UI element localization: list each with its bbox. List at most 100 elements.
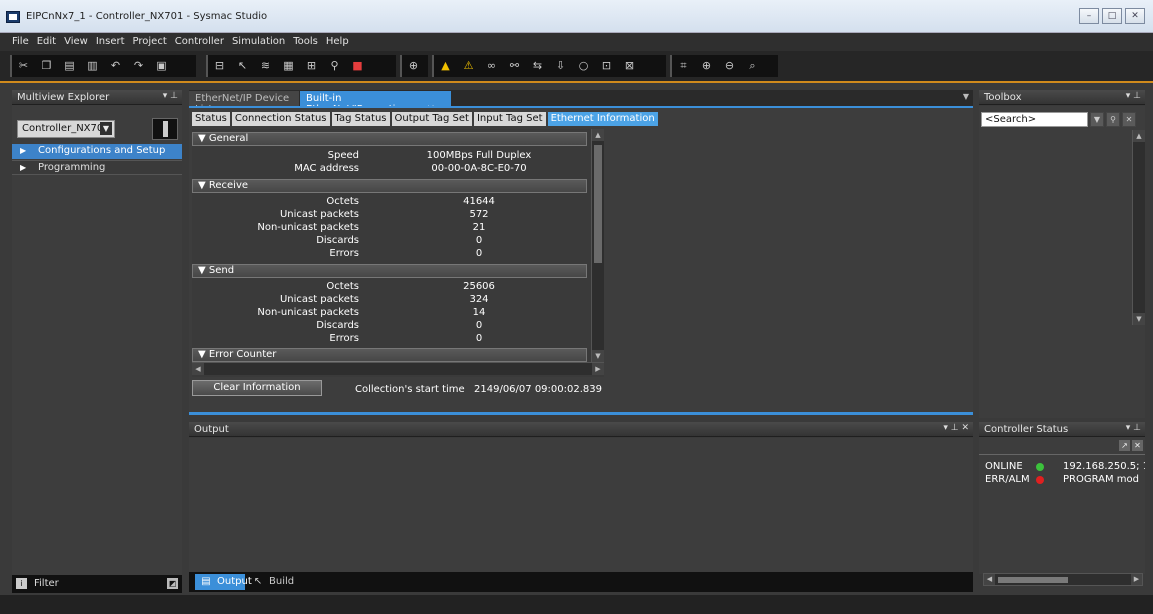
scroll-down-icon[interactable]: ▼ bbox=[1133, 313, 1145, 325]
filter-icon: i bbox=[16, 578, 27, 589]
scroll-right-icon[interactable]: ▶ bbox=[592, 363, 604, 375]
grid-horizontal-scrollbar[interactable]: ◀ ▶ bbox=[192, 362, 604, 375]
redo-icon[interactable]: ↷ bbox=[130, 57, 147, 75]
app-icon bbox=[6, 11, 20, 23]
scroll-down-icon[interactable]: ▼ bbox=[592, 350, 604, 362]
zoom-reset-icon[interactable]: ⌕ bbox=[744, 57, 761, 75]
tab-label: Build bbox=[269, 576, 295, 587]
minimize-button[interactable]: – bbox=[1079, 8, 1099, 24]
pointer-icon[interactable]: ↖ bbox=[234, 57, 251, 75]
transfer-icon[interactable]: ⇆ bbox=[529, 57, 546, 75]
undo-icon[interactable]: ↶ bbox=[107, 57, 124, 75]
tab-builtin-ethernet-ip[interactable]: Built-in EtherNet/IP...nection... ✕ bbox=[300, 91, 451, 115]
expand-arrow-icon[interactable]: ▶ bbox=[20, 163, 26, 172]
tab-overflow-icon[interactable]: ▼ bbox=[963, 92, 969, 101]
close-button[interactable]: ✕ bbox=[1125, 8, 1145, 24]
save-icon[interactable]: ▣ bbox=[153, 57, 170, 75]
section-send[interactable]: ▼ Send bbox=[192, 264, 587, 278]
search-icon[interactable]: ⚲ bbox=[1106, 112, 1120, 127]
tree-item-configurations[interactable]: ▶ Configurations and Setup bbox=[12, 144, 182, 159]
tab-ethernet-ip-device-list[interactable]: EtherNet/IP Device List bbox=[189, 91, 299, 115]
row-label-rx-discards: Discards bbox=[316, 235, 359, 246]
toolbar-group-zoom: ⌗ ⊕ ⊖ ⌕ bbox=[670, 55, 778, 77]
paste-icon[interactable]: ▤ bbox=[61, 57, 78, 75]
delete-icon[interactable]: ▥ bbox=[84, 57, 101, 75]
link-icon[interactable]: ∞ bbox=[483, 57, 500, 75]
clear-information-button[interactable]: Clear Information bbox=[192, 380, 322, 396]
collection-start-label: Collection's start time bbox=[355, 384, 465, 395]
pin-icon[interactable]: ▾ ⊥ bbox=[1126, 91, 1141, 101]
monitor-icon[interactable]: ▦ bbox=[280, 57, 297, 75]
expand-arrow-icon[interactable]: ▶ bbox=[20, 146, 26, 155]
pin-icon[interactable]: ▾ ⊥ bbox=[163, 91, 178, 101]
controller-status-scrollbar[interactable]: ◀ ▶ bbox=[983, 573, 1143, 586]
online-mode-icon[interactable]: ⊕ bbox=[405, 57, 422, 75]
scroll-thumb[interactable] bbox=[594, 145, 602, 263]
close-icon[interactable]: ✕ bbox=[1132, 440, 1143, 451]
row-label-tx-unicast: Unicast packets bbox=[279, 294, 359, 305]
filter-toggle-icon[interactable]: ◩ bbox=[167, 578, 178, 589]
copy-icon[interactable]: ❐ bbox=[38, 57, 55, 75]
chevron-down-icon[interactable]: ▼ bbox=[1090, 112, 1104, 127]
tab-build[interactable]: ↖ Build bbox=[247, 574, 295, 590]
tree-item-programming[interactable]: ▶ Programming bbox=[12, 160, 182, 175]
new-window-icon[interactable]: ⊟ bbox=[211, 57, 228, 75]
find-icon[interactable]: ⚲ bbox=[326, 57, 343, 75]
online-status-icon bbox=[1036, 463, 1044, 471]
toolbox-scrollbar[interactable]: ▲ ▼ bbox=[1132, 130, 1145, 325]
section-error-counter[interactable]: ▼ Error Counter bbox=[192, 348, 587, 362]
online-label: ONLINE bbox=[985, 461, 1023, 472]
scroll-up-icon[interactable]: ▲ bbox=[1133, 130, 1145, 142]
menu-insert[interactable]: Insert bbox=[92, 33, 129, 51]
menu-file[interactable]: File bbox=[8, 33, 33, 51]
menu-simulation[interactable]: Simulation bbox=[228, 33, 289, 51]
scroll-left-icon[interactable]: ◀ bbox=[984, 574, 995, 585]
alarm-icon[interactable]: ⚠ bbox=[460, 57, 477, 75]
zoom-in-icon[interactable]: ⊕ bbox=[698, 57, 715, 75]
section-general[interactable]: ▼ General bbox=[192, 132, 587, 146]
pin-close-icon[interactable]: ▾ ⊥ ✕ bbox=[943, 423, 969, 433]
subtab-tag-status[interactable]: Tag Status bbox=[331, 112, 390, 126]
scroll-right-icon[interactable]: ▶ bbox=[1131, 574, 1142, 585]
scroll-up-icon[interactable]: ▲ bbox=[592, 129, 604, 141]
row-label-tx-discards: Discards bbox=[316, 320, 359, 331]
menu-edit[interactable]: Edit bbox=[33, 33, 60, 51]
popout-icon[interactable]: ↗ bbox=[1119, 440, 1130, 451]
download-icon[interactable]: ⇩ bbox=[552, 57, 569, 75]
reset-icon[interactable]: ○ bbox=[575, 57, 592, 75]
grid-vertical-scrollbar[interactable]: ▲ ▼ bbox=[591, 129, 604, 362]
toolbox-search-input[interactable]: <Search> bbox=[981, 112, 1088, 127]
subtab-connection-status[interactable]: Connection Status bbox=[231, 112, 330, 126]
subtab-input-tag-set[interactable]: Input Tag Set bbox=[473, 112, 546, 126]
tab-output[interactable]: ▤ Output bbox=[195, 574, 252, 590]
build-icon[interactable]: ⊞ bbox=[303, 57, 320, 75]
menu-tools[interactable]: Tools bbox=[289, 33, 322, 51]
maximize-button[interactable]: □ bbox=[1102, 8, 1122, 24]
clear-search-icon[interactable]: ✕ bbox=[1122, 112, 1136, 127]
section-receive[interactable]: ▼ Receive bbox=[192, 179, 587, 193]
warning-icon[interactable]: ▲ bbox=[437, 57, 454, 75]
stop-icon[interactable]: ■ bbox=[349, 57, 366, 75]
disconnect-icon[interactable]: ⚯ bbox=[506, 57, 523, 75]
menu-controller[interactable]: Controller bbox=[171, 33, 228, 51]
subtab-status[interactable]: Status bbox=[192, 112, 230, 126]
subtab-output-tag-set[interactable]: Output Tag Set bbox=[391, 112, 472, 126]
subtab-ethernet-information[interactable]: Ethernet Information bbox=[547, 112, 658, 126]
cross-reference-icon[interactable]: ≋ bbox=[257, 57, 274, 75]
output-title: Output bbox=[194, 424, 229, 435]
cut-icon[interactable]: ✂ bbox=[15, 57, 32, 75]
fit-icon[interactable]: ⌗ bbox=[675, 57, 692, 75]
scroll-left-icon[interactable]: ◀ bbox=[192, 363, 204, 375]
compare-icon[interactable]: ⊡ bbox=[598, 57, 615, 75]
row-label-mac: MAC address bbox=[294, 163, 359, 174]
menu-view[interactable]: View bbox=[60, 33, 92, 51]
menu-project[interactable]: Project bbox=[129, 33, 171, 51]
sync-icon[interactable]: ⊠ bbox=[621, 57, 638, 75]
output-tabs: ▤ Output ↖ Build bbox=[189, 572, 973, 592]
scroll-thumb[interactable] bbox=[998, 577, 1068, 583]
controller-select[interactable]: Controller_NX701 ▼ bbox=[17, 120, 115, 138]
filter-bar[interactable]: i Filter ◩ bbox=[12, 575, 182, 593]
menu-help[interactable]: Help bbox=[322, 33, 353, 51]
zoom-out-icon[interactable]: ⊖ bbox=[721, 57, 738, 75]
pin-icon[interactable]: ▾ ⊥ bbox=[1126, 423, 1141, 433]
